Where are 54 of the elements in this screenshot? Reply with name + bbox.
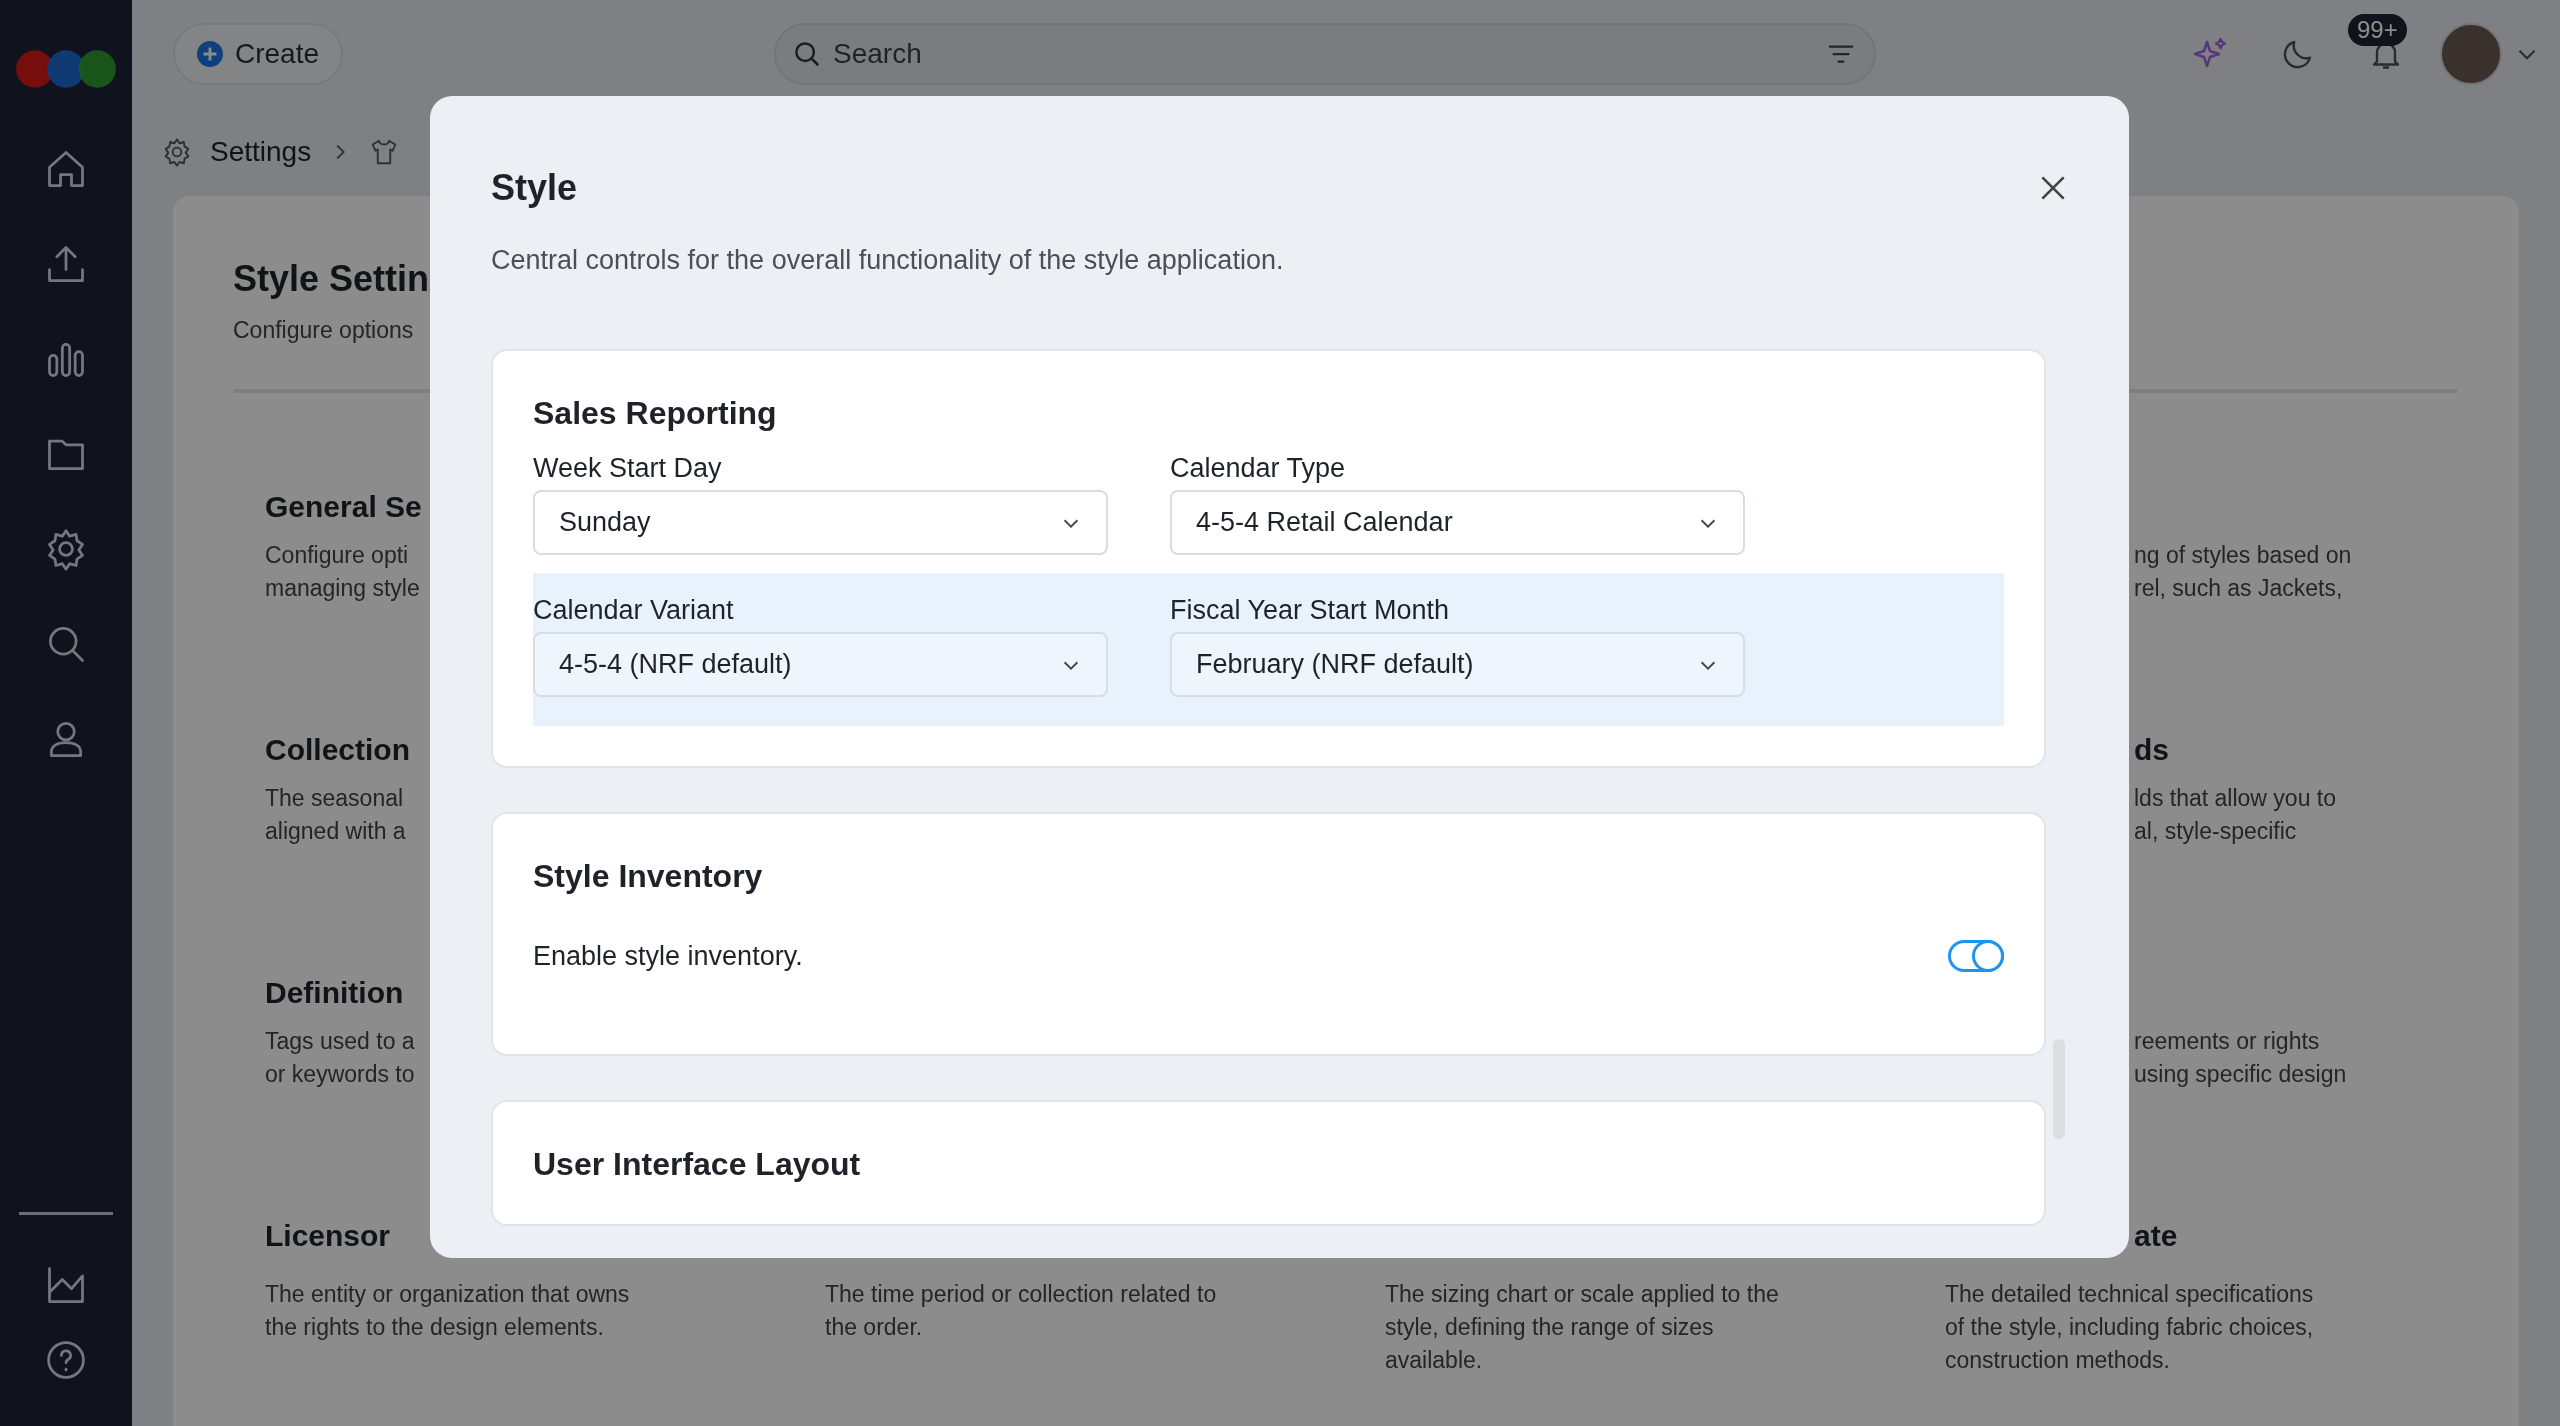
setting-description: ng of styles based on <box>2134 541 2352 570</box>
panel-subtitle: Configure options <box>233 316 414 345</box>
setting-description: style, defining the range of sizes <box>1385 1313 1714 1342</box>
help-icon[interactable] <box>44 1338 88 1382</box>
search-icon <box>792 39 822 69</box>
dropdown[interactable]: 4-5-4 (NRF default) <box>533 632 1108 697</box>
dropdown[interactable]: 4-5-4 Retail Calendar <box>1170 490 1745 555</box>
section-title: User Interface Layout <box>533 1145 862 1184</box>
logo-icon <box>14 48 118 90</box>
setting-description: or keywords to <box>265 1060 415 1089</box>
search-field[interactable]: Search <box>774 23 1876 85</box>
field-label: Calendar Type <box>1170 452 1347 485</box>
setting-heading[interactable]: Collection <box>265 732 410 768</box>
dialog-description: Central controls for the overall functionality of the style application. <box>491 244 1285 277</box>
setting-description: the rights to the design elements. <box>265 1313 604 1342</box>
setting-description: lds that allow you to <box>2134 784 2336 813</box>
field-label: Calendar Variant <box>533 594 735 627</box>
field-label: Week Start Day <box>533 452 723 485</box>
setting-description: of the style, including fabric choices, <box>1945 1313 2314 1342</box>
section-title: Style Inventory <box>533 857 764 896</box>
toggle-label: Enable style inventory. <box>533 940 803 972</box>
setting-description: construction methods. <box>1945 1346 2170 1375</box>
setting-heading[interactable]: ds <box>2134 732 2169 768</box>
setting-description: Tags used to a <box>265 1027 415 1056</box>
settings-icon <box>162 137 192 167</box>
setting-description: reements or rights <box>2134 1027 2320 1056</box>
setting-heading[interactable]: Definition <box>265 975 404 1011</box>
plus-icon <box>197 39 223 69</box>
dropdown[interactable]: Sunday <box>533 490 1108 555</box>
section-title: Sales Reporting <box>533 394 778 433</box>
create-button[interactable]: Create <box>173 23 343 85</box>
setting-heading[interactable]: Licensor <box>265 1218 391 1254</box>
setting-description: The sizing chart or scale applied to the <box>1385 1280 1779 1309</box>
setting-description: The entity or organization that owns <box>265 1280 630 1309</box>
setting-description: the order. <box>825 1313 923 1342</box>
toggle-switch[interactable] <box>1948 940 2004 972</box>
notification-badge: 99+ <box>2348 14 2407 46</box>
setting-description: The seasonal <box>265 784 404 813</box>
panel-title: Style Settin <box>233 257 430 301</box>
setting-description: The detailed technical specifications <box>1945 1280 2314 1309</box>
setting-description: The time period or collection related to <box>825 1280 1217 1309</box>
setting-description: managing style <box>265 574 420 603</box>
dropdown[interactable]: February (NRF default) <box>1170 632 1745 697</box>
breadcrumb-link[interactable]: Settings <box>210 136 312 168</box>
setting-description: available. <box>1385 1346 1483 1375</box>
setting-description: Configure opti <box>265 541 409 570</box>
setting-description: al, style-specific <box>2134 817 2297 846</box>
setting-description: rel, such as Jackets, <box>2134 574 2343 603</box>
setting-description: aligned with a <box>265 817 406 846</box>
setting-heading[interactable]: ate <box>2134 1218 2178 1254</box>
setting-heading[interactable]: General Se <box>265 489 422 525</box>
setting-description: using specific design <box>2134 1060 2347 1089</box>
dialog-title: Style <box>491 166 578 210</box>
field-label: Fiscal Year Start Month <box>1170 594 1451 627</box>
